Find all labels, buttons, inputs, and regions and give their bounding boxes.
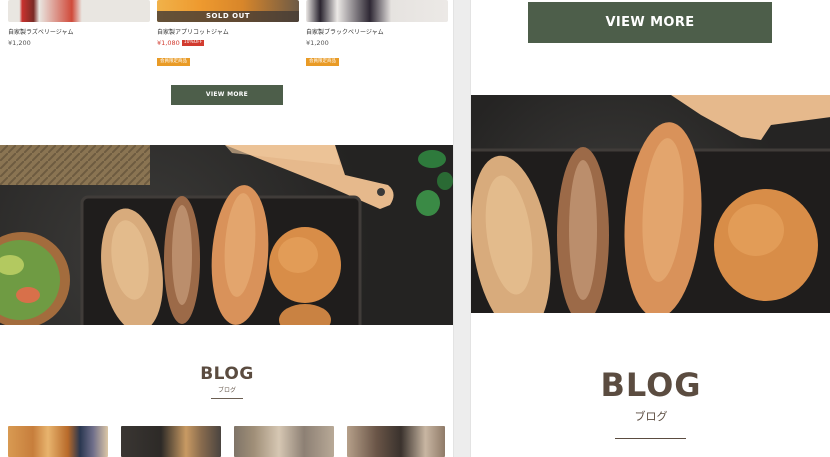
blog-post-thumbnail[interactable] <box>234 426 334 457</box>
view-more-button[interactable]: VIEW MORE <box>528 2 772 43</box>
hero-bread-image <box>0 145 453 325</box>
product-name[interactable]: 自家製アプリコットジャム <box>157 29 299 37</box>
members-only-badge: 会員限定商品 <box>157 58 190 66</box>
mobile-preview: VIEW MORE BLOG ブログ <box>470 0 830 457</box>
product-name[interactable]: 自家製ラズベリージャム <box>8 29 150 37</box>
hero-bread-image <box>471 95 830 313</box>
product-price: ¥1,200 <box>8 39 31 47</box>
sold-out-overlay: SOLD OUT <box>157 11 299 22</box>
blog-heading: BLOG <box>600 366 702 404</box>
blog-post-thumbnail[interactable] <box>8 426 108 457</box>
desktop-preview: 自家製ラズベリージャム ¥1,200 SOLD OUT 自家製アプリコットジャム… <box>0 0 454 457</box>
heading-divider <box>615 438 686 439</box>
blog-subheading: ブログ <box>634 410 668 423</box>
blog-heading: BLOG <box>200 364 254 384</box>
heading-divider <box>211 398 243 399</box>
product-name[interactable]: 自家製ブラックベリージャム <box>306 29 448 37</box>
product-image[interactable]: SOLD OUT <box>157 0 299 22</box>
members-only-badge: 会員限定商品 <box>306 58 339 66</box>
product-card[interactable]: 自家製ブラックベリージャム ¥1,200 会員限定商品 <box>306 0 448 66</box>
blog-post-thumbnail[interactable] <box>121 426 221 457</box>
blog-post-thumbnail[interactable] <box>347 426 445 457</box>
blog-subheading: ブログ <box>217 387 236 394</box>
sale-price: ¥1,080 <box>157 39 180 47</box>
bread-illustration <box>471 95 830 313</box>
bread-illustration <box>0 145 453 325</box>
product-image[interactable] <box>306 0 448 22</box>
view-more-button[interactable]: VIEW MORE <box>171 85 283 105</box>
product-card[interactable]: SOLD OUT 自家製アプリコットジャム ¥1,080 10%OFF 会員限定商… <box>157 0 299 66</box>
product-price: ¥1,200 <box>306 39 329 47</box>
product-card[interactable]: 自家製ラズベリージャム ¥1,200 <box>8 0 150 47</box>
product-price: ¥1,080 10%OFF <box>157 39 299 47</box>
discount-badge: 10%OFF <box>181 40 205 46</box>
product-image[interactable] <box>8 0 150 22</box>
